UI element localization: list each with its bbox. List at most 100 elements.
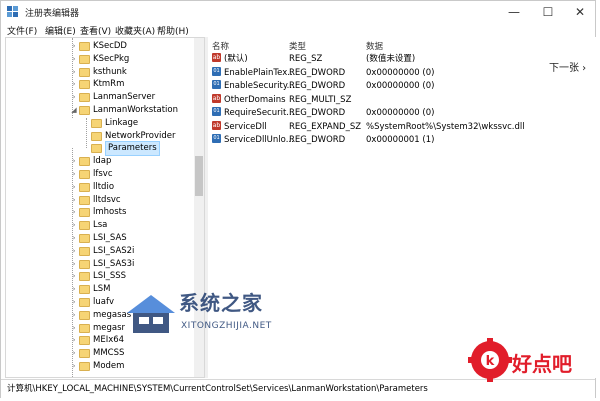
- folder-icon: [79, 170, 90, 179]
- collapsed-chevron-icon[interactable]: ›: [70, 322, 78, 335]
- folder-icon: [79, 323, 90, 333]
- tree-item-label: lltdio: [93, 181, 115, 192]
- window-title: 注册表编辑器: [25, 9, 80, 19]
- folder-icon: [79, 234, 90, 243]
- folder-icon: [79, 259, 90, 269]
- tree-item-label: MEIx64: [93, 335, 125, 346]
- tree-item-label: lmhosts: [93, 207, 127, 218]
- column-header-data[interactable]: 数据: [366, 40, 383, 52]
- string-value-icon: ab: [212, 93, 221, 103]
- folder-icon: [79, 80, 90, 90]
- collapsed-chevron-icon[interactable]: ›: [70, 219, 78, 232]
- collapsed-chevron-icon[interactable]: ›: [70, 66, 78, 79]
- tree-item-label: LSM: [93, 284, 111, 295]
- tree-item-label: lfsvc: [93, 169, 113, 179]
- xitongzhijia-watermark: 系统之家 XITONGZHIJIA.NET: [125, 283, 315, 343]
- value-row[interactable]: ab ServiceDll REG_EXPAND_SZ %SystemRoot%\Sy…: [208, 120, 588, 134]
- folder-icon: [79, 310, 90, 320]
- value-row[interactable]: ab OtherDomains REG_MULTI_SZ: [208, 93, 588, 107]
- binary-value-icon: 01: [212, 134, 221, 143]
- close-button[interactable]: ✕: [564, 1, 596, 23]
- tree-item-label: lltdsvc: [93, 194, 121, 205]
- collapsed-chevron-icon[interactable]: ›: [70, 194, 78, 207]
- collapsed-chevron-icon[interactable]: ›: [70, 168, 78, 181]
- value-row[interactable]: ab (默认) REG_SZ (数值未设置): [208, 53, 588, 66]
- folder-icon: [79, 349, 90, 359]
- collapsed-chevron-icon[interactable]: ›: [70, 232, 78, 245]
- tree-item-label: LanmanServer: [93, 92, 156, 103]
- registry-app-icon: [7, 6, 18, 17]
- tree-item-label: ldap: [93, 156, 112, 167]
- tree-item-label: LSI_SAS: [93, 233, 127, 243]
- value-data: %SystemRoot%\System32\wkssvc.dll: [366, 121, 525, 132]
- folder-icon: [79, 362, 90, 371]
- folder-icon: [79, 67, 90, 77]
- collapsed-chevron-icon[interactable]: ›: [70, 360, 78, 373]
- haodianba-watermark: k 好点吧: [468, 336, 598, 396]
- tree-item-label: LSI_SAS3i: [93, 258, 135, 269]
- tree-scroll-thumb[interactable]: [195, 156, 203, 196]
- value-name: (默认): [224, 54, 248, 64]
- folder-icon: [79, 195, 90, 205]
- tree-guide-line: [86, 118, 87, 148]
- menu-file[interactable]: 文件(F): [7, 24, 37, 37]
- menu-view[interactable]: 查看(V): [80, 24, 111, 37]
- haodianba-logo-icon: k: [468, 338, 512, 382]
- collapsed-chevron-icon[interactable]: ›: [70, 347, 78, 360]
- folder-icon: [79, 336, 90, 346]
- value-row[interactable]: 01 ServiceDllUnlo... REG_DWORD 0x00000001 (…: [208, 134, 588, 147]
- maximize-button[interactable]: ☐: [532, 1, 564, 23]
- collapsed-chevron-icon[interactable]: ›: [70, 40, 78, 53]
- next-page-link[interactable]: 下一张 ›: [549, 59, 586, 74]
- collapsed-chevron-icon[interactable]: ›: [70, 53, 78, 66]
- folder-icon: [79, 208, 90, 218]
- title-bar[interactable]: 注册表编辑器 — ☐ ✕: [1, 1, 595, 23]
- column-header-name[interactable]: 名称: [212, 40, 229, 52]
- collapsed-chevron-icon[interactable]: ›: [70, 270, 78, 283]
- collapsed-chevron-icon[interactable]: ›: [70, 181, 78, 194]
- collapsed-chevron-icon[interactable]: ›: [70, 155, 78, 168]
- minimize-button[interactable]: —: [498, 1, 530, 23]
- tree-item-label: LSI_SAS2i: [93, 245, 135, 256]
- value-name: EnablePlainTex...: [224, 67, 296, 78]
- tree-item-label: Lsa: [93, 220, 108, 231]
- column-header-type[interactable]: 类型: [289, 40, 306, 52]
- tree-item-label: Parameters: [105, 141, 160, 157]
- collapsed-chevron-icon[interactable]: ›: [70, 334, 78, 347]
- collapsed-chevron-icon[interactable]: ›: [70, 78, 78, 91]
- collapsed-chevron-icon[interactable]: ›: [70, 258, 78, 271]
- value-type: REG_DWORD: [289, 135, 346, 145]
- menu-favorites[interactable]: 收藏夹(A): [115, 24, 155, 37]
- folder-icon: [79, 272, 90, 282]
- collapsed-chevron-icon[interactable]: ›: [70, 296, 78, 309]
- menu-bar: 文件(F) 编辑(E) 查看(V) 收藏夹(A) 帮助(H): [1, 23, 595, 37]
- menu-edit[interactable]: 编辑(E): [45, 24, 76, 37]
- value-name: ServiceDllUnlo...: [224, 135, 294, 145]
- tree-item-label: MMCSS: [93, 348, 125, 359]
- menu-help[interactable]: 帮助(H): [157, 24, 189, 37]
- tree-item-label: Linkage: [105, 117, 139, 128]
- watermark-site-name: 系统之家: [179, 291, 263, 315]
- collapsed-chevron-icon[interactable]: ›: [70, 245, 78, 258]
- value-row[interactable]: 01 RequireSecurit... REG_DWORD 0x00000000 (…: [208, 107, 588, 120]
- collapsed-chevron-icon[interactable]: ›: [70, 91, 78, 104]
- expanded-chevron-icon[interactable]: ◢: [70, 104, 78, 117]
- folder-icon: [79, 285, 90, 295]
- value-row[interactable]: 01 EnableSecurity... REG_DWORD 0x00000000 (…: [208, 80, 588, 93]
- folder-icon: [79, 106, 90, 115]
- string-value-icon: ab: [212, 53, 221, 62]
- collapsed-chevron-icon[interactable]: ›: [70, 206, 78, 219]
- folder-icon: [91, 118, 102, 128]
- binary-value-icon: 01: [212, 107, 221, 116]
- value-row[interactable]: 01 EnablePlainTex... REG_DWORD 0x00000000 (…: [208, 66, 588, 80]
- collapsed-chevron-icon[interactable]: ›: [70, 309, 78, 322]
- value-name: RequireSecurit...: [224, 108, 295, 118]
- collapsed-chevron-icon[interactable]: ›: [70, 283, 78, 296]
- value-type: REG_DWORD: [289, 108, 346, 118]
- value-name: ServiceDll: [224, 121, 267, 132]
- value-type: REG_EXPAND_SZ: [289, 121, 362, 132]
- tree-item-label: KtmRm: [93, 79, 125, 90]
- tree-item-label: KSecPkg: [93, 53, 130, 64]
- value-name: OtherDomains: [224, 94, 286, 105]
- tree-item-label: ksthunk: [93, 66, 127, 77]
